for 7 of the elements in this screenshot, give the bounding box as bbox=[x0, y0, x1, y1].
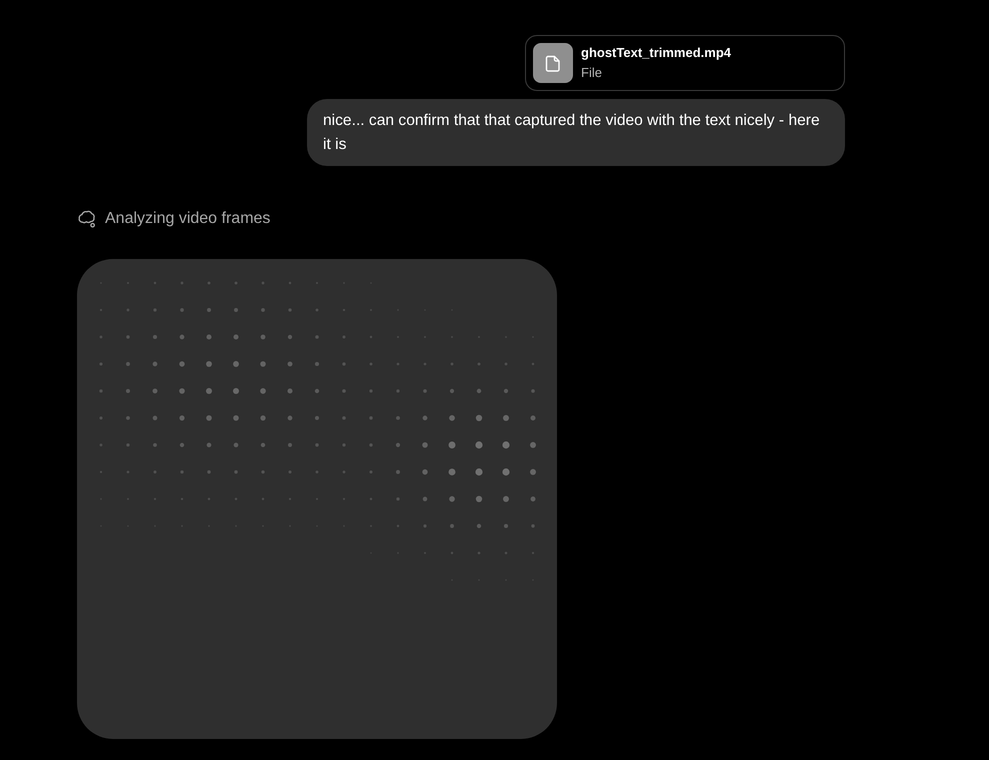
document-icon bbox=[533, 43, 573, 83]
thought-bubble-icon bbox=[78, 210, 96, 228]
message-bubble: nice... can confirm that that captured the video with the text nicely - here it is bbox=[307, 99, 845, 166]
status-text: Analyzing video frames bbox=[105, 209, 270, 229]
file-type-label: File bbox=[581, 64, 603, 82]
attachment-card[interactable]: ghostText_trimmed.mp4 File bbox=[525, 35, 845, 91]
file-name: ghostText_trimmed.mp4 bbox=[581, 44, 732, 62]
